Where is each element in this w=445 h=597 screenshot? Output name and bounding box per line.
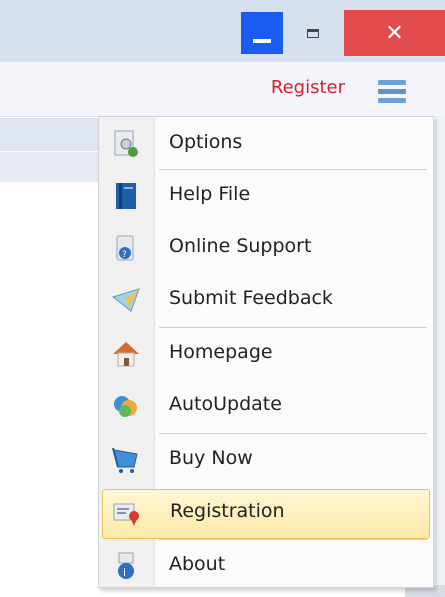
- menu-item-label: Registration: [170, 500, 285, 522]
- menu-item-label: Online Support: [169, 235, 312, 257]
- svg-text:?: ?: [122, 250, 127, 260]
- menu-item-label: Homepage: [169, 341, 273, 363]
- menu-separator: [159, 169, 427, 170]
- feedback-icon: [111, 288, 140, 312]
- menu-item-label: Options: [169, 131, 243, 153]
- menu-item-submit-feedback[interactable]: Submit Feedback: [99, 275, 433, 327]
- menu-item-label: Buy Now: [169, 447, 253, 469]
- background-panel: [0, 118, 100, 151]
- home-icon: [113, 342, 139, 367]
- menu-toggle-icon[interactable]: [378, 80, 406, 104]
- minimize-button[interactable]: [237, 10, 287, 56]
- background-panel: [0, 152, 100, 182]
- menu-separator: [159, 433, 427, 434]
- registration-icon: [113, 503, 139, 526]
- menu-item-label: About: [169, 553, 226, 575]
- menu-item-homepage[interactable]: Homepage: [99, 329, 433, 381]
- register-link[interactable]: Register: [271, 77, 345, 98]
- menu-item-label: Help File: [169, 183, 251, 205]
- restore-icon: [307, 28, 319, 38]
- minimize-icon: [241, 12, 283, 54]
- menu-item-label: Submit Feedback: [169, 287, 333, 309]
- close-button[interactable]: ✕: [344, 10, 445, 56]
- about-icon: i: [118, 552, 134, 579]
- menu-item-autoupdate[interactable]: AutoUpdate: [99, 381, 433, 433]
- svg-text:i: i: [123, 566, 126, 579]
- close-icon: ✕: [385, 20, 404, 46]
- menu-item-label: AutoUpdate: [169, 393, 282, 415]
- menu-item-options[interactable]: Options: [99, 119, 433, 171]
- menu-item-registration[interactable]: Registration: [102, 489, 430, 539]
- options-icon: [114, 130, 138, 157]
- menu-item-online-support[interactable]: ? Online Support: [99, 223, 433, 275]
- restore-button[interactable]: [287, 10, 339, 56]
- menu-item-about[interactable]: i About: [99, 541, 433, 593]
- online-support-icon: ?: [116, 235, 134, 261]
- autoupdate-icon: [114, 396, 137, 417]
- menu-item-buy-now[interactable]: Buy Now: [99, 435, 433, 487]
- dropdown-menu: Options Help File ? Online Support Submi…: [98, 116, 434, 588]
- menu-item-help-file[interactable]: Help File: [99, 171, 433, 223]
- menu-separator: [159, 539, 427, 540]
- menu-separator: [159, 327, 427, 328]
- cart-icon: [112, 447, 138, 473]
- background-edge: [435, 116, 445, 586]
- help-file-icon: [116, 183, 136, 209]
